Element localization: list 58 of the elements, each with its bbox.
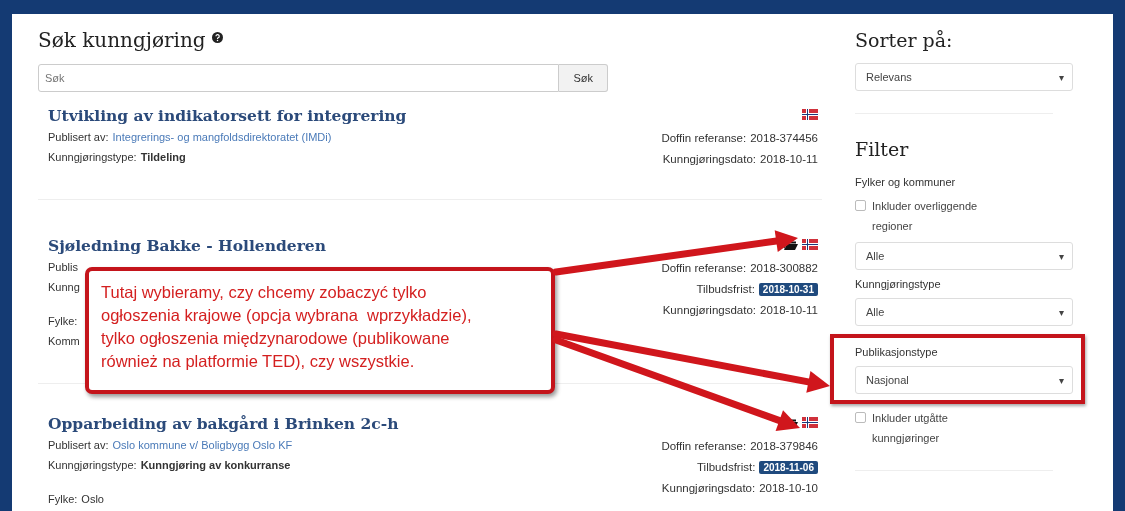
meta-value: 2018-10-10	[759, 482, 818, 494]
field-label: Kunngjøringstype:	[48, 151, 137, 163]
search-button[interactable]: Søk	[559, 64, 608, 92]
meta-label: Kunngjøringsdato:	[662, 153, 756, 165]
meta-label: Kunngjøringsdato:	[661, 482, 756, 494]
flag-icon	[802, 417, 818, 428]
flag-icon	[802, 239, 818, 250]
caret-icon: ▾	[1059, 374, 1064, 386]
result-title[interactable]: Sjøledning Bakke - Hollenderen	[48, 236, 326, 255]
field-label: Publis	[48, 261, 78, 273]
filter-select[interactable]: Alle ▾	[855, 298, 1073, 326]
meta-value: 2018-300882	[750, 262, 818, 274]
meta-label: Doffin referanse:	[661, 440, 747, 452]
field-label: Publisert av:	[48, 131, 109, 143]
caret-icon: ▾	[1059, 71, 1064, 83]
field-label: Publisert av:	[48, 439, 109, 451]
help-icon[interactable]	[211, 31, 223, 43]
field-value: Tildeling	[140, 151, 186, 163]
checkbox[interactable]	[855, 200, 866, 211]
publisher-link[interactable]: Integrerings- og mangfoldsdirektoratet (IMDi)	[112, 131, 332, 143]
filter-select[interactable]: Alle ▾	[855, 242, 1073, 270]
publisher-link[interactable]: Oslo kommune v/ Boligbygg Oslo KF	[112, 439, 293, 451]
flag-icon	[802, 109, 818, 120]
annotation-callout: Tutaj wybieramy, czy chcemy zobaczyć tylko ogłoszenia krajowe (opcja wybrana wprzykładzie), tylko ogłoszenia międzynarodowe (publikowane również na platformie TED), czy wszystkie.	[85, 267, 555, 394]
checkbox[interactable]	[855, 412, 866, 423]
result-title[interactable]: Utvikling av indikatorsett for integrering	[48, 106, 407, 125]
sort-select[interactable]: Relevans ▾	[855, 63, 1073, 91]
search-field[interactable]: Søk	[38, 64, 560, 92]
meta-value: 2018-10-11	[760, 153, 818, 165]
filter-label: Kunngjøringstype	[855, 278, 942, 290]
meta-label: Tilbudsfrist:	[696, 283, 755, 295]
field-label: Kunngjøringstype:	[48, 459, 137, 471]
filter-heading: Filter	[855, 138, 910, 160]
meta-value: 2018-379846	[750, 440, 818, 452]
result-title[interactable]: Opparbeiding av bakgård i Brinken 2c-h	[48, 414, 399, 433]
field-label: Komm	[48, 335, 80, 347]
checkbox-label[interactable]: Inkluder overliggende regioner	[872, 196, 1012, 236]
page-title: Søk kunngjøring	[38, 28, 206, 52]
sort-heading: Sorter på:	[855, 29, 954, 51]
filter-select[interactable]: Nasjonal ▾	[855, 366, 1073, 394]
field-label: Fylke:	[48, 315, 78, 327]
meta-label: Kunngjøringsdato:	[662, 304, 756, 316]
meta-value: 2018-374456	[750, 132, 818, 144]
field-label: Fylke:	[48, 493, 78, 505]
meta-value: 2018-10-11	[760, 304, 818, 316]
caret-icon: ▾	[1059, 250, 1064, 262]
filter-label: Fylker og kommuner	[855, 176, 957, 188]
deadline-badge: 2018-10-31	[758, 283, 818, 296]
meta-label: Tilbudsfrist:	[697, 461, 756, 473]
filter-label: Publikasjonstype	[855, 346, 939, 358]
field-value: Kunngjøring av konkurranse	[140, 459, 291, 471]
caret-icon: ▾	[1059, 306, 1064, 318]
checkbox-label[interactable]: Inkluder utgåtte kunngjøringer	[872, 408, 1012, 448]
field-value: Oslo	[81, 493, 104, 505]
deadline-badge: 2018-11-06	[759, 461, 818, 474]
meta-label: Doffin referanse:	[661, 132, 747, 144]
field-label: Kunng	[48, 281, 80, 293]
meta-label: Doffin referanse:	[661, 262, 747, 274]
